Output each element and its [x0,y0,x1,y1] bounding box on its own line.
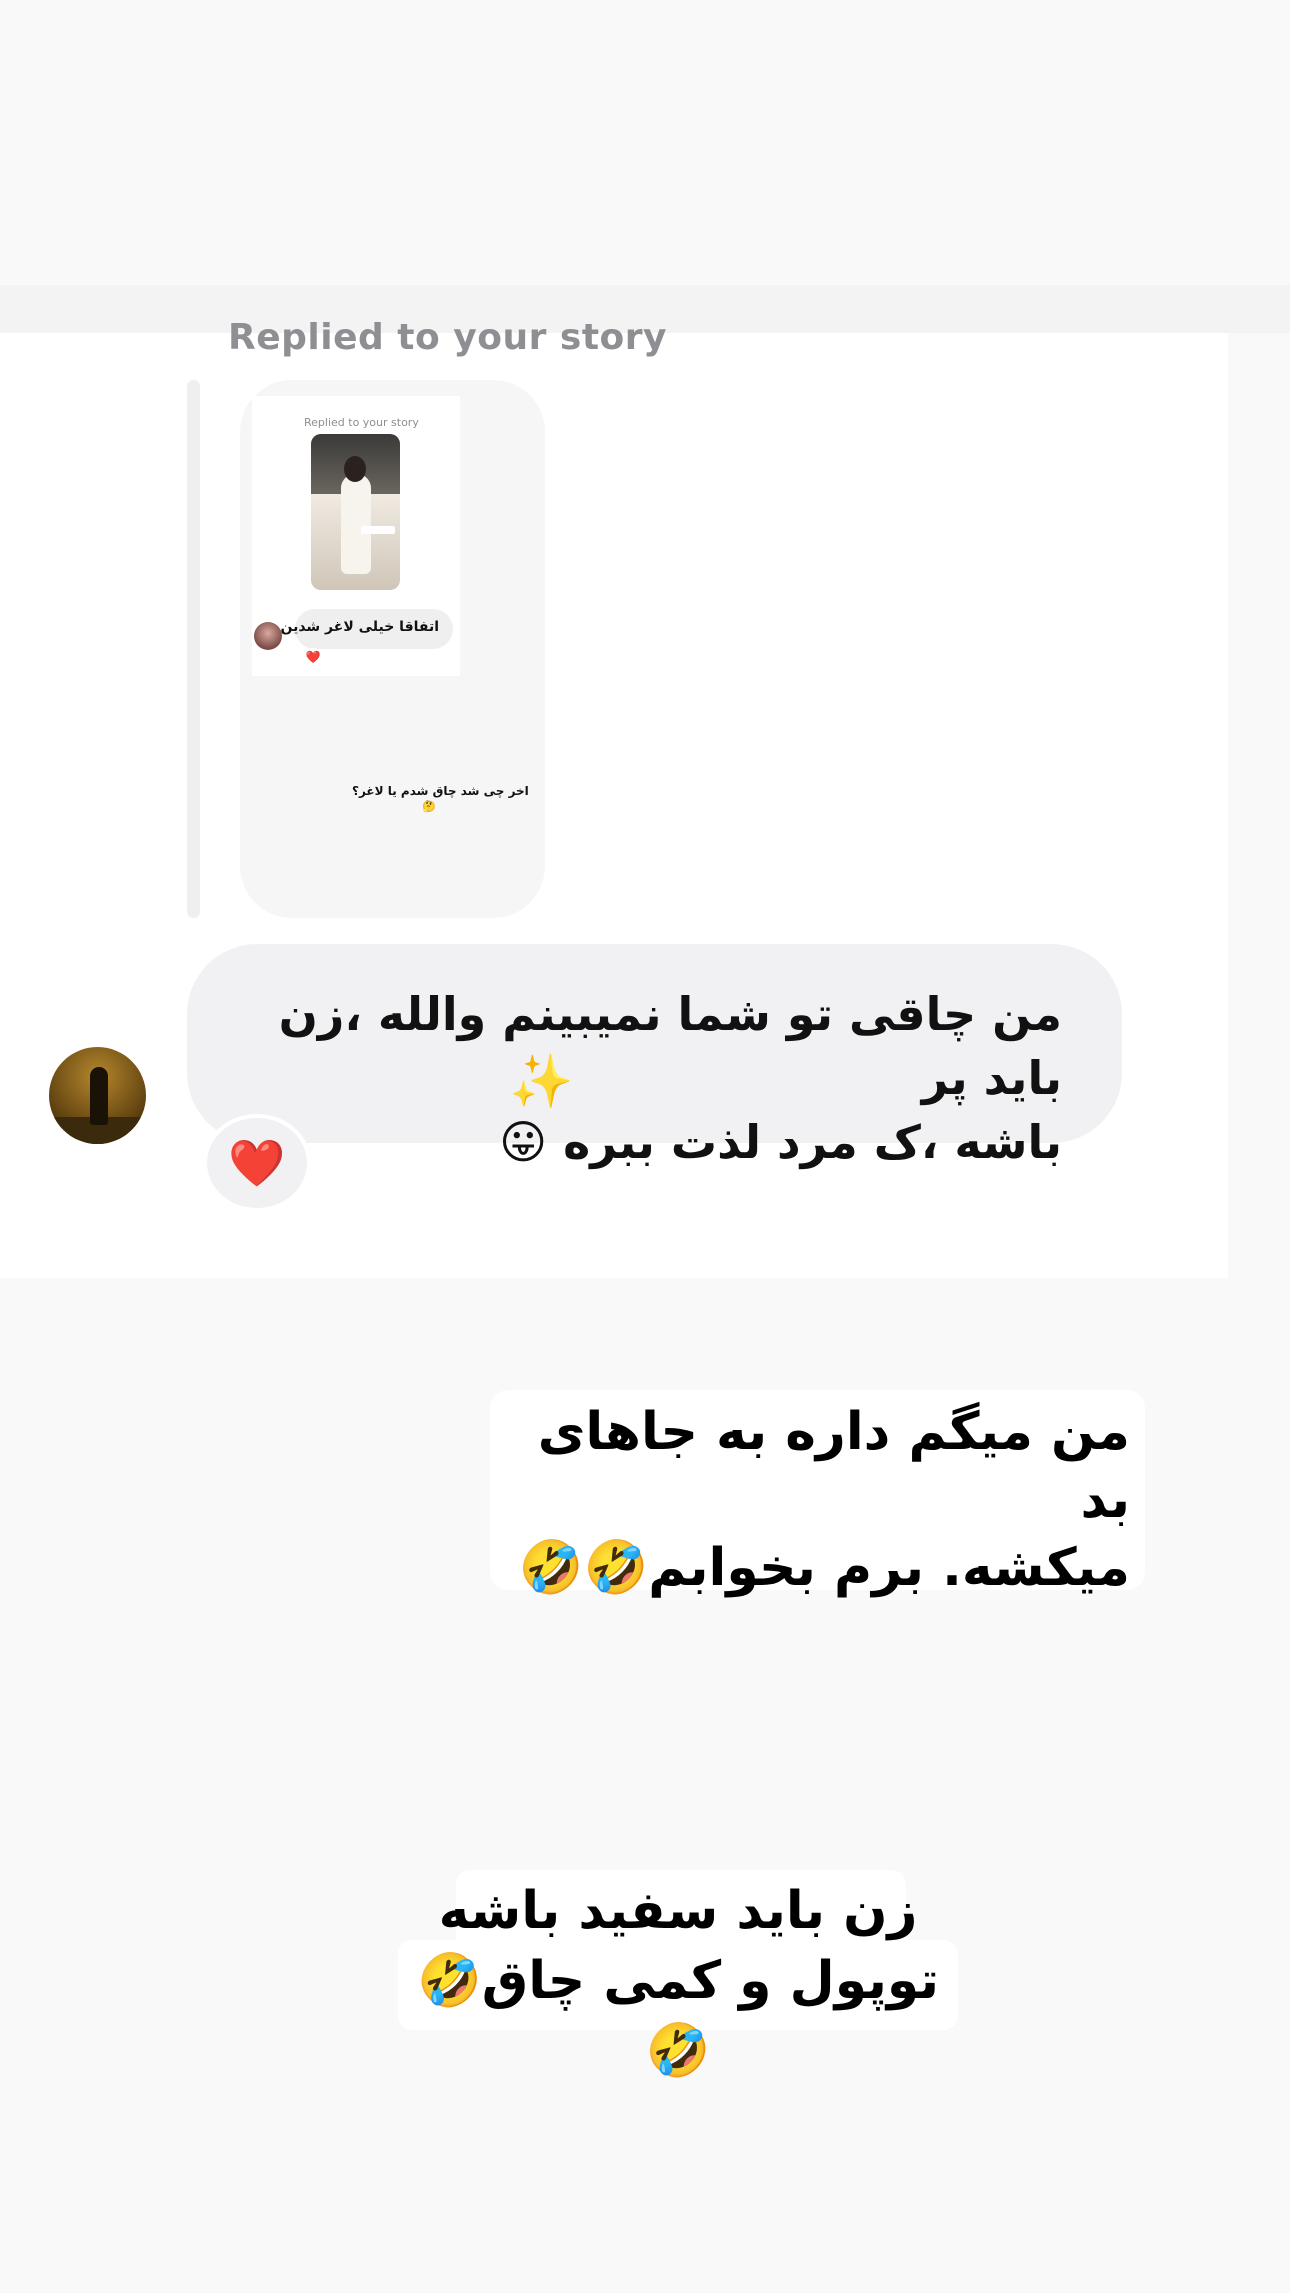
nested-avatar [254,622,282,650]
sender-avatar[interactable] [49,1047,146,1144]
avatar-silhouette [90,1067,108,1125]
story-reply-header: Replied to your story [228,317,667,358]
nested-story-reply-header: Replied to your story [304,416,419,429]
story-sticker [361,526,395,534]
nested-message-bubble: اتفاقا خیلی لاغر شدین [280,609,453,649]
nested-heart-icon: ❤️ [304,648,322,666]
overlay-caption-1: من میگم داره به جاهای بد میکشه. برم بخوا… [518,1402,1130,1598]
story-thumbnail [311,434,400,590]
nested-message-text: اتفاقا خیلی لاغر شدین [280,619,439,635]
story-figure-head [344,456,366,482]
story-figure [341,474,371,574]
story-reply-card[interactable]: Replied to your story اتفاقا خیلی لاغر ش… [240,380,545,918]
story-caption: اخر چی شد چاق شدم یا لاغر؟ [352,784,529,798]
heart-icon[interactable]: ❤️ [203,1114,311,1212]
message-text: من چاقی تو شما نمیبینم والله ،زن باید پر… [278,987,1062,1169]
thinking-emoji-icon: 🤔 [422,800,436,813]
sparkles-icon: ✨ [509,1052,574,1112]
message-bubble[interactable]: من چاقی تو شما نمیبینم والله ،زن باید پر… [187,944,1122,1169]
reply-quote-bar [187,380,200,918]
overlay-caption-2: زن باید سفید باشه توپول و کمی چاق🤣🤣 [417,1881,939,2081]
nested-screenshot: Replied to your story اتفاقا خیلی لاغر ش… [252,396,460,676]
